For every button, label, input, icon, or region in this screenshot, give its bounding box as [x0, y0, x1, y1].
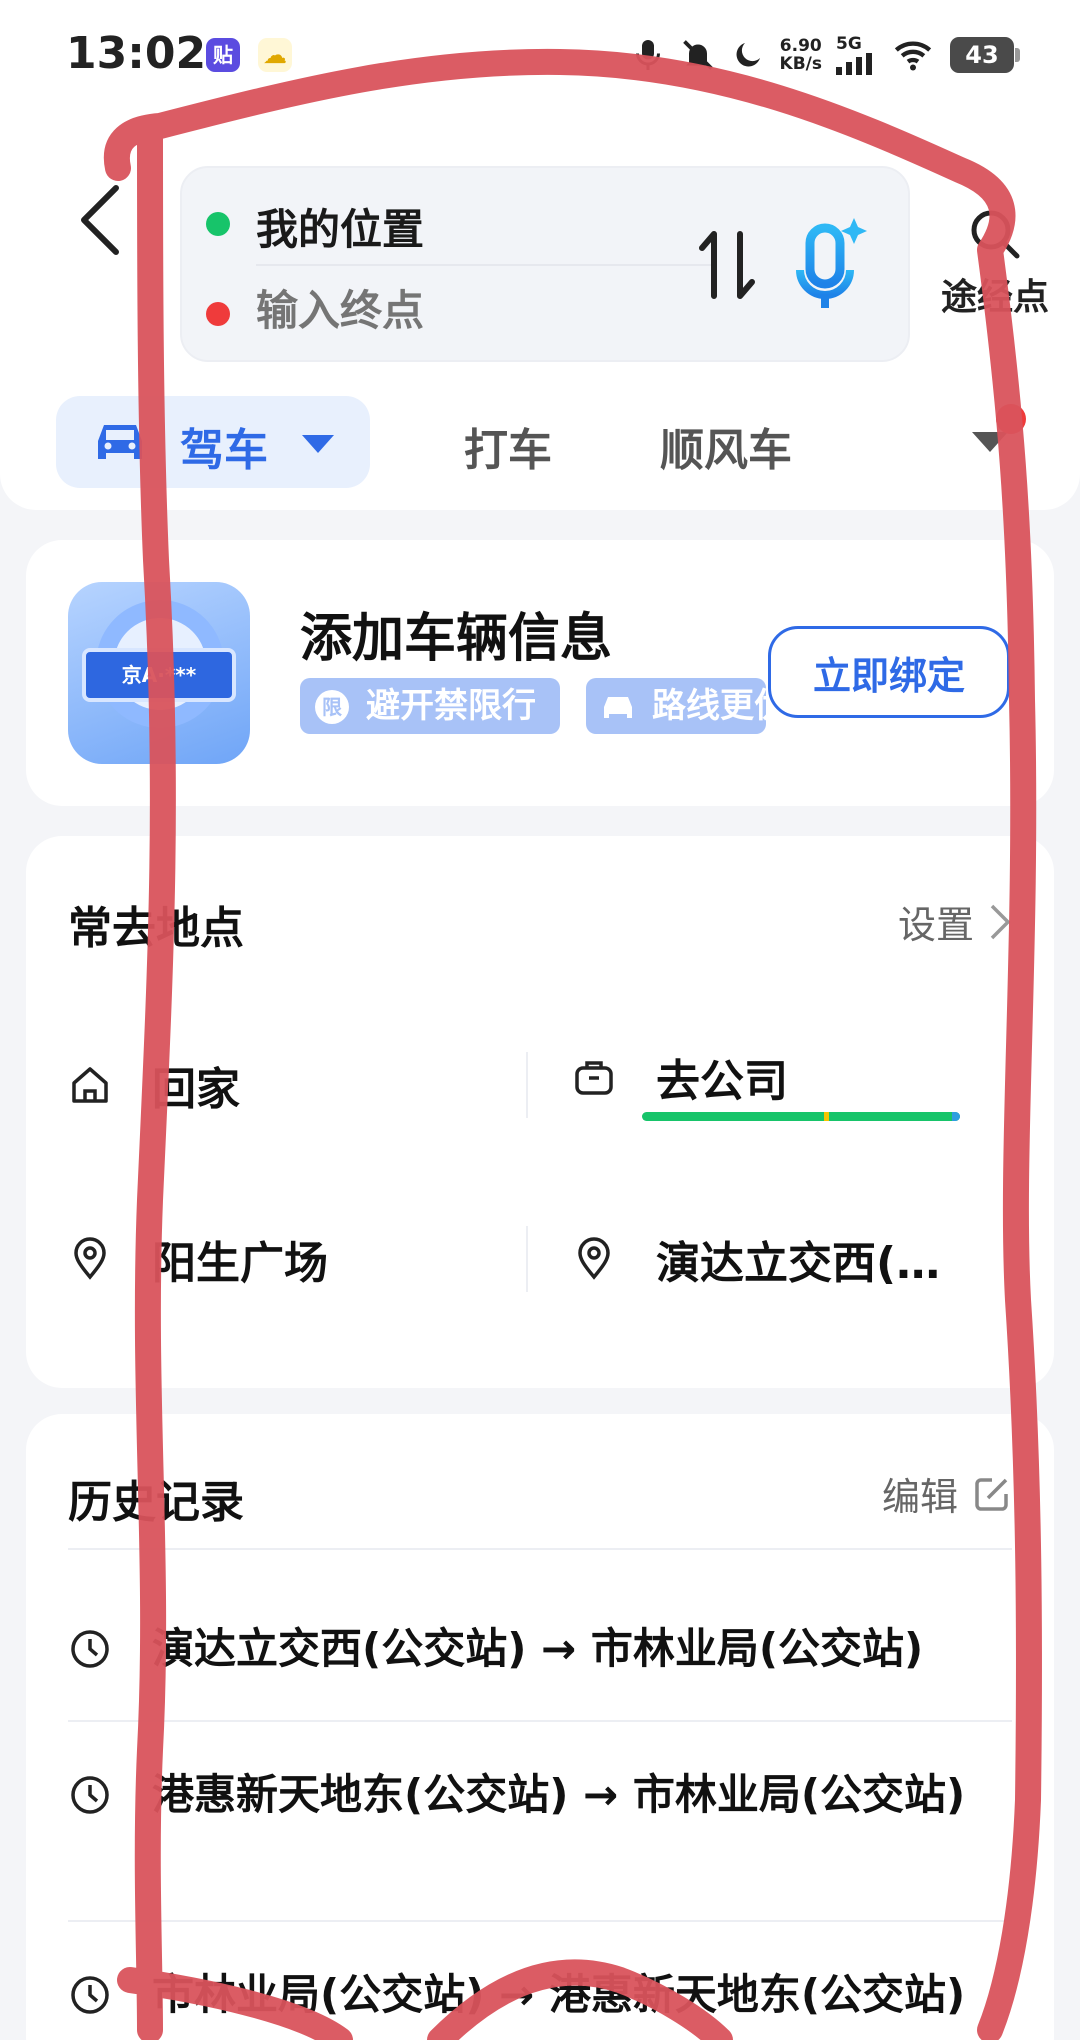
swap-icon[interactable]: [692, 220, 762, 310]
places-divider: [526, 1226, 528, 1292]
waypoint-label: 途经点: [940, 277, 1049, 318]
microphone-status-icon: [635, 40, 660, 70]
car-icon: [98, 425, 142, 459]
vehicle-card-title: 添加车辆信息: [300, 609, 613, 669]
origin-dot-icon: [206, 212, 230, 236]
status-bar: 13:02 贴 ☁ 6.90 KB/s 5G 43: [0, 0, 1080, 110]
feature-chip-restriction: 限 避开禁限行: [300, 678, 560, 734]
clock-icon: [71, 1976, 109, 2014]
place-saved-2[interactable]: 演达立交西(…: [572, 1214, 972, 1304]
moon-icon: [736, 43, 760, 67]
history-divider: [68, 1548, 1012, 1550]
feature-chip-route: 路线更优: [586, 678, 766, 734]
clock-icon: [71, 1776, 109, 1814]
chevron-right-icon: [990, 904, 1011, 939]
home-icon: [72, 1067, 108, 1103]
place-company[interactable]: 去公司: [572, 1032, 1012, 1122]
origin-field[interactable]: 我的位置: [256, 196, 424, 257]
history-item[interactable]: 演达立交西(公交站) → 市林业局(公交站): [68, 1620, 1018, 1678]
bind-vehicle-button[interactable]: 立即绑定: [768, 626, 1010, 718]
tab-taxi[interactable]: 打车: [464, 414, 552, 478]
battery-indicator: 43: [950, 37, 1020, 73]
clock-icon: [71, 1630, 109, 1668]
signal-icon: [836, 53, 872, 75]
place-home[interactable]: 回家: [68, 1040, 508, 1130]
history-divider: [68, 1920, 1012, 1922]
notification-badge: [996, 404, 1026, 434]
back-arrow-icon[interactable]: [72, 180, 132, 260]
edit-icon: [975, 1477, 1008, 1511]
svg-text:限: 限: [322, 695, 342, 719]
frequent-places-card: 常去地点 设置 回家 去公司 阳生广场 演达立交西(…: [26, 836, 1054, 1388]
plate-text: 京A·***: [82, 648, 236, 702]
history-edit-button[interactable]: 编辑: [882, 1466, 1012, 1521]
destination-dot-icon: [206, 302, 230, 326]
restriction-icon: 限: [315, 690, 349, 724]
location-pin-icon: [74, 1237, 106, 1280]
voice-input-icon[interactable]: [780, 210, 880, 320]
place-saved-1[interactable]: 阳生广场: [68, 1214, 508, 1304]
destination-input[interactable]: [256, 286, 636, 335]
license-plate-image: 京A·***: [68, 582, 250, 764]
status-time: 13:02: [66, 28, 207, 79]
wifi-icon: [894, 41, 932, 71]
net-speed: 6.90 KB/s: [779, 36, 822, 74]
history-card: 历史记录 编辑 演达立交西(公交站) → 市林业局(公交站) 港惠新天地东(公交…: [26, 1414, 1054, 2040]
route-divider: [256, 264, 716, 266]
places-divider: [526, 1052, 528, 1118]
status-icons: 6.90 KB/s 5G 43: [630, 30, 1020, 80]
history-title: 历史记录: [68, 1477, 244, 1528]
history-item[interactable]: 市林业局(公交站) → 港惠新天地东(公交站): [68, 1966, 1018, 2024]
history-divider: [68, 1720, 1012, 1722]
waypoint-button[interactable]: 途经点: [930, 200, 1060, 330]
traffic-status-bar: [642, 1112, 960, 1121]
mute-bell-icon: [682, 40, 713, 70]
route-input-box: 我的位置: [180, 166, 910, 362]
history-item[interactable]: 港惠新天地东(公交站) → 市林业局(公交站): [68, 1766, 1018, 1824]
chevron-down-icon: [302, 435, 334, 453]
car-outline-icon: [604, 697, 632, 718]
tab-drive-label: 驾车: [180, 425, 268, 476]
frequent-places-title: 常去地点: [68, 903, 244, 954]
tab-drive[interactable]: 驾车: [56, 396, 370, 488]
places-settings-button[interactable]: 设置: [898, 894, 1012, 949]
route-header: 我的位置 途经点 驾车: [0, 110, 1080, 510]
app-notification-icon: 贴: [206, 38, 240, 72]
cloud-notification-icon: ☁: [258, 38, 292, 72]
location-pin-icon: [578, 1237, 610, 1280]
network-indicator: 5G: [836, 35, 876, 75]
briefcase-icon: [575, 1061, 613, 1095]
vehicle-info-card: 京A·*** 添加车辆信息 限 避开禁限行 路线更优 立即绑定: [26, 540, 1054, 806]
transport-tabs: 驾车 打车 顺风车: [56, 396, 1056, 488]
tab-carpool[interactable]: 顺风车: [660, 414, 792, 478]
search-waypoint-icon: [971, 210, 1020, 259]
